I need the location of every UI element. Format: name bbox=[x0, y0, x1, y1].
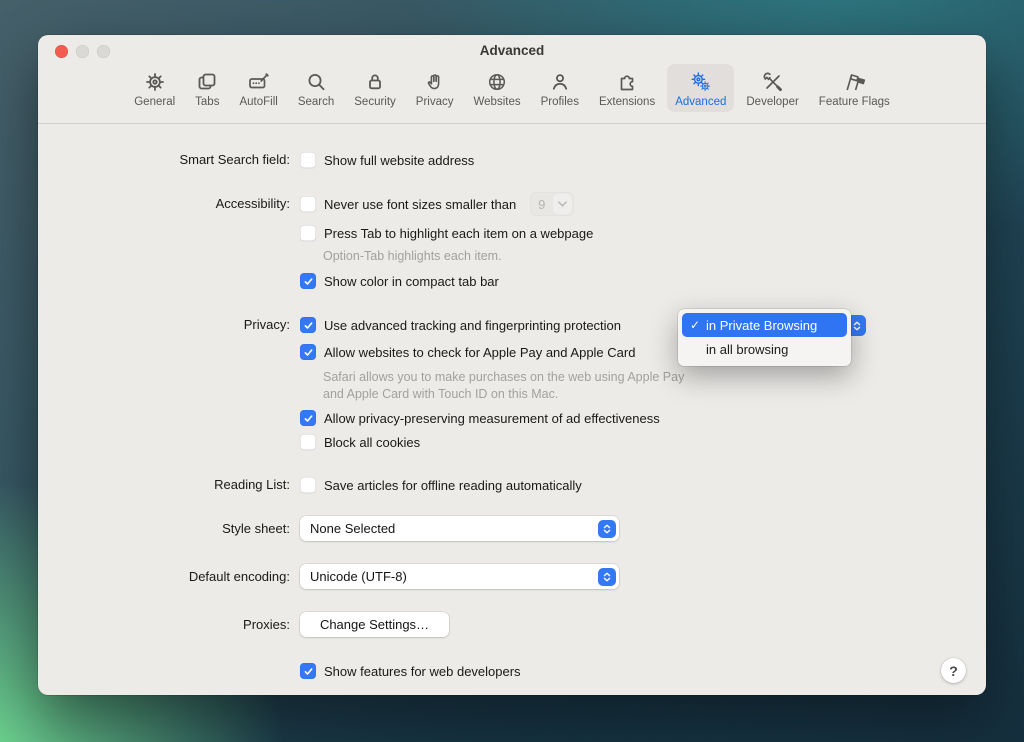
checkbox-label[interactable]: Never use font sizes smaller than bbox=[324, 197, 516, 212]
tab-privacy[interactable]: Privacy bbox=[408, 64, 462, 112]
field-label-proxies: Proxies: bbox=[38, 617, 290, 632]
tab-advanced[interactable]: Advanced bbox=[667, 64, 734, 112]
tab-tabs[interactable]: Tabs bbox=[187, 64, 227, 112]
autofill-icon bbox=[247, 69, 271, 94]
checkbox-label[interactable]: Press Tab to highlight each item on a we… bbox=[324, 226, 593, 241]
globe-icon bbox=[485, 69, 509, 94]
checkbox-advanced-tracking-protection[interactable]: Use advanced tracking and fingerprinting… bbox=[300, 316, 621, 334]
checkbox-box[interactable] bbox=[300, 273, 316, 289]
checkbox-box[interactable] bbox=[300, 196, 316, 212]
tab-label: Profiles bbox=[541, 96, 579, 108]
font-size-select: 9 bbox=[530, 192, 574, 216]
checkbox-label[interactable]: Use advanced tracking and fingerprinting… bbox=[324, 318, 621, 333]
gears-icon bbox=[689, 69, 713, 94]
window-title: Advanced bbox=[38, 43, 986, 58]
tab-developer[interactable]: Developer bbox=[738, 64, 806, 112]
tab-label: AutoFill bbox=[239, 96, 277, 108]
tab-websites[interactable]: Websites bbox=[466, 64, 529, 112]
checkbox-label[interactable]: Save articles for offline reading automa… bbox=[324, 478, 582, 493]
checkbox-box[interactable] bbox=[300, 225, 316, 241]
checkbox-label[interactable]: Show color in compact tab bar bbox=[324, 274, 499, 289]
safari-settings-window: Advanced General Tabs bbox=[38, 35, 986, 695]
tab-autofill[interactable]: AutoFill bbox=[231, 64, 285, 112]
checkbox-ad-measurement[interactable]: Allow privacy-preserving measurement of … bbox=[300, 409, 660, 427]
puzzle-icon bbox=[615, 69, 639, 94]
default-encoding-value: Unicode (UTF-8) bbox=[310, 569, 407, 584]
person-icon bbox=[548, 69, 572, 94]
magnifier-icon bbox=[304, 69, 328, 94]
field-label-style-sheet: Style sheet: bbox=[38, 521, 290, 536]
tab-label: General bbox=[134, 96, 175, 108]
apple-pay-note: Safari allows you to make purchases on t… bbox=[323, 369, 695, 402]
stepper-chevrons-icon[interactable] bbox=[598, 520, 616, 538]
tab-extensions[interactable]: Extensions bbox=[591, 64, 663, 112]
menu-item-in-all-browsing[interactable]: in all browsing bbox=[682, 337, 847, 361]
checkbox-box[interactable] bbox=[300, 152, 316, 168]
tab-label: Advanced bbox=[675, 96, 726, 108]
checkbox-box[interactable] bbox=[300, 663, 316, 679]
tab-profiles[interactable]: Profiles bbox=[533, 64, 587, 112]
checkbox-label[interactable]: Allow privacy-preserving measurement of … bbox=[324, 411, 660, 426]
stepper-chevrons-icon bbox=[851, 320, 863, 332]
default-encoding-select[interactable]: Unicode (UTF-8) bbox=[300, 564, 619, 589]
style-sheet-select[interactable]: None Selected bbox=[300, 516, 619, 541]
tab-label: Websites bbox=[474, 96, 521, 108]
tools-icon bbox=[761, 69, 785, 94]
tab-security[interactable]: Security bbox=[346, 64, 404, 112]
tabs-icon bbox=[195, 69, 219, 94]
tab-label: Developer bbox=[746, 96, 798, 108]
tab-label: Privacy bbox=[416, 96, 454, 108]
toolbar-divider bbox=[38, 123, 986, 124]
checkbox-show-web-developer-features[interactable]: Show features for web developers bbox=[300, 662, 521, 680]
help-button[interactable]: ? bbox=[941, 658, 966, 683]
checkbox-show-color-compact-tab-bar[interactable]: Show color in compact tab bar bbox=[300, 272, 499, 290]
tab-label: Search bbox=[298, 96, 334, 108]
checkbox-show-full-website-address[interactable]: Show full website address bbox=[300, 151, 474, 169]
tab-label: Security bbox=[354, 96, 396, 108]
tab-feature-flags[interactable]: Feature Flags bbox=[811, 64, 898, 112]
field-label-privacy: Privacy: bbox=[38, 317, 290, 332]
checkbox-block-all-cookies[interactable]: Block all cookies bbox=[300, 433, 420, 451]
menu-item-label: in Private Browsing bbox=[706, 318, 817, 333]
tab-label: Extensions bbox=[599, 96, 655, 108]
style-sheet-value: None Selected bbox=[310, 521, 395, 536]
stepper-chevrons-icon[interactable] bbox=[598, 568, 616, 586]
menu-item-label: in all browsing bbox=[706, 342, 788, 357]
checkbox-press-tab-highlight[interactable]: Press Tab to highlight each item on a we… bbox=[300, 224, 593, 242]
change-settings-button[interactable]: Change Settings… bbox=[300, 612, 449, 637]
checkbox-label[interactable]: Allow websites to check for Apple Pay an… bbox=[324, 345, 635, 360]
lock-icon bbox=[363, 69, 387, 94]
tracking-protection-menu: ✓ in Private Browsing in all browsing bbox=[678, 309, 851, 366]
help-label: ? bbox=[949, 663, 958, 679]
gear-icon bbox=[143, 69, 167, 94]
checkbox-label[interactable]: Show full website address bbox=[324, 153, 474, 168]
font-size-value: 9 bbox=[530, 197, 553, 212]
flags-icon bbox=[842, 69, 866, 94]
checkmark-icon: ✓ bbox=[689, 318, 701, 332]
checkbox-save-offline-reading[interactable]: Save articles for offline reading automa… bbox=[300, 476, 582, 494]
field-label-smart-search: Smart Search field: bbox=[38, 152, 290, 167]
checkbox-box[interactable] bbox=[300, 317, 316, 333]
tab-search[interactable]: Search bbox=[290, 64, 342, 112]
field-label-reading-list: Reading List: bbox=[38, 477, 290, 492]
checkbox-never-small-fonts[interactable]: Never use font sizes smaller than 9 bbox=[300, 192, 574, 216]
tab-general[interactable]: General bbox=[126, 64, 183, 112]
field-label-accessibility: Accessibility: bbox=[38, 196, 290, 211]
checkbox-label[interactable]: Block all cookies bbox=[324, 435, 420, 450]
checkbox-box[interactable] bbox=[300, 410, 316, 426]
hand-icon bbox=[423, 69, 447, 94]
chevron-down-icon bbox=[553, 194, 572, 214]
checkbox-apple-pay-check[interactable]: Allow websites to check for Apple Pay an… bbox=[300, 343, 635, 361]
tab-label: Feature Flags bbox=[819, 96, 890, 108]
menu-item-in-private-browsing[interactable]: ✓ in Private Browsing bbox=[682, 313, 847, 337]
field-label-default-encoding: Default encoding: bbox=[38, 569, 290, 584]
settings-toolbar: General Tabs AutoFill bbox=[38, 64, 986, 112]
press-tab-note: Option-Tab highlights each item. bbox=[323, 248, 502, 265]
checkbox-box[interactable] bbox=[300, 477, 316, 493]
checkbox-box[interactable] bbox=[300, 434, 316, 450]
checkbox-label[interactable]: Show features for web developers bbox=[324, 664, 521, 679]
tab-label: Tabs bbox=[195, 96, 219, 108]
checkbox-box[interactable] bbox=[300, 344, 316, 360]
